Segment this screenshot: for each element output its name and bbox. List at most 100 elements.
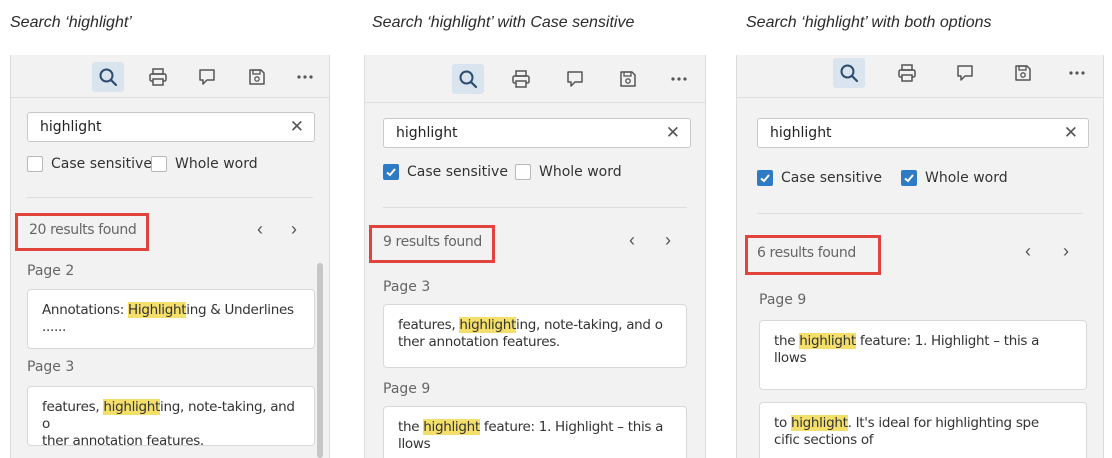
snippet-line2: ther annotation features. [398, 334, 560, 350]
caption-panel-2: Search ‘highlight’ with Case sensitive [372, 14, 635, 31]
search-panel-1: highlight ✕ Case sensitive Whole word 20… [10, 55, 330, 458]
page-group-label: Page 3 [383, 279, 431, 295]
clear-search-icon[interactable]: ✕ [666, 123, 680, 143]
print-button[interactable] [891, 58, 923, 88]
match-highlight: highlight [423, 419, 480, 435]
toolbar-divider [11, 97, 329, 98]
more-button[interactable] [1061, 58, 1093, 88]
search-tool-button[interactable] [833, 58, 865, 88]
snippet-after: ing, note-taking, and o [516, 317, 663, 333]
save-icon [249, 69, 265, 85]
whole-word-label: Whole word [539, 164, 622, 180]
snippet-line2: llows [774, 350, 807, 366]
options-divider [383, 207, 687, 208]
whole-word-label: Whole word [175, 156, 258, 172]
print-button[interactable] [142, 62, 174, 92]
snippet-after: feature: 1. Highlight – this a [479, 419, 664, 435]
comment-icon [199, 69, 215, 85]
more-button[interactable] [289, 62, 321, 92]
page-group-label: Page 3 [27, 359, 75, 375]
next-result-button[interactable]: › [665, 230, 671, 251]
snippet-before: the [774, 333, 800, 349]
page-group-label: Page 9 [759, 292, 807, 308]
checkbox-unchecked-icon [27, 156, 43, 172]
save-icon [1015, 65, 1031, 81]
print-icon [512, 70, 530, 88]
comment-button[interactable] [559, 64, 591, 94]
toolbar-divider [365, 102, 705, 103]
comment-button[interactable] [949, 58, 981, 88]
result-card[interactable]: features, highlighting, note-taking, and… [27, 386, 315, 449]
result-card[interactable]: the highlight feature: 1. Highlight – th… [759, 320, 1087, 390]
whole-word-checkbox[interactable]: Whole word [901, 170, 1008, 186]
result-card[interactable]: the highlight feature: 1. Highlight – th… [383, 406, 687, 458]
snippet-line2: ther annotation features. [42, 433, 204, 449]
options-divider [27, 197, 313, 198]
more-icon [1069, 71, 1085, 75]
clear-search-icon[interactable]: ✕ [290, 117, 304, 137]
save-button[interactable] [241, 62, 273, 92]
whole-word-checkbox[interactable]: Whole word [515, 164, 622, 180]
case-sensitive-checkbox[interactable]: Case sensitive [27, 156, 152, 172]
previous-result-button[interactable]: ‹ [629, 230, 635, 251]
print-icon [149, 68, 167, 86]
search-panel-2: highlight ✕ Case sensitive Whole word 9 … [364, 55, 706, 458]
result-card[interactable]: Annotations: Highlighting & Underlines .… [27, 289, 315, 349]
match-highlight: highlight [103, 399, 161, 415]
search-tool-button[interactable] [452, 64, 484, 94]
case-sensitive-label: Case sensitive [781, 170, 882, 186]
snippet-after: feature: 1. Highlight – this a [855, 333, 1040, 349]
page-group-label: Page 2 [27, 263, 75, 279]
comment-button[interactable] [191, 62, 223, 92]
search-icon [840, 64, 859, 83]
case-sensitive-label: Case sensitive [51, 156, 152, 172]
snippet-before: Annotations: [42, 302, 129, 318]
save-button[interactable] [612, 64, 644, 94]
more-icon [671, 77, 687, 81]
next-result-button[interactable]: › [291, 219, 297, 240]
search-input[interactable]: highlight ✕ [383, 118, 691, 148]
case-sensitive-label: Case sensitive [407, 164, 508, 180]
snippet-before: features, [398, 317, 460, 333]
more-button[interactable] [663, 64, 695, 94]
result-card[interactable]: to highlight. It's ideal for highlightin… [759, 402, 1087, 458]
toolbar [11, 55, 329, 97]
case-sensitive-checkbox[interactable]: Case sensitive [383, 164, 508, 180]
search-panel-3: highlight ✕ Case sensitive Whole word 6 … [736, 55, 1104, 458]
match-highlight: highlight [459, 317, 517, 333]
search-input[interactable]: highlight ✕ [757, 118, 1089, 148]
page-group-label: Page 9 [383, 381, 431, 397]
result-card[interactable]: features, highlighting, note-taking, and… [383, 304, 687, 368]
search-input-value: highlight [40, 119, 102, 135]
search-input-value: highlight [770, 125, 832, 141]
toolbar-divider [737, 97, 1103, 98]
checkbox-checked-icon [383, 164, 399, 180]
checkbox-checked-icon [757, 170, 773, 186]
checkbox-checked-icon [901, 170, 917, 186]
comment-icon [957, 65, 973, 81]
search-tool-button[interactable] [92, 62, 124, 92]
callout-box [369, 225, 495, 263]
search-input[interactable]: highlight ✕ [27, 112, 315, 142]
search-input-value: highlight [396, 125, 458, 141]
snippet-before: to [774, 415, 791, 431]
case-sensitive-checkbox[interactable]: Case sensitive [757, 170, 882, 186]
whole-word-checkbox[interactable]: Whole word [151, 156, 258, 172]
checkbox-unchecked-icon [151, 156, 167, 172]
snippet-line2: ...... [42, 319, 66, 335]
next-result-button[interactable]: › [1063, 241, 1069, 262]
toolbar [365, 55, 705, 101]
toolbar [737, 55, 1103, 99]
scrollbar[interactable] [317, 263, 323, 458]
save-button[interactable] [1007, 58, 1039, 88]
previous-result-button[interactable]: ‹ [1025, 241, 1031, 262]
previous-result-button[interactable]: ‹ [257, 219, 263, 240]
snippet-after: ing & Underlines [186, 302, 294, 318]
search-icon [99, 68, 118, 87]
snippet-before: the [398, 419, 424, 435]
match-highlight: Highlight [128, 302, 187, 318]
snippet-line2: llows [398, 436, 431, 452]
print-button[interactable] [505, 64, 537, 94]
clear-search-icon[interactable]: ✕ [1064, 123, 1078, 143]
print-icon [898, 64, 916, 82]
